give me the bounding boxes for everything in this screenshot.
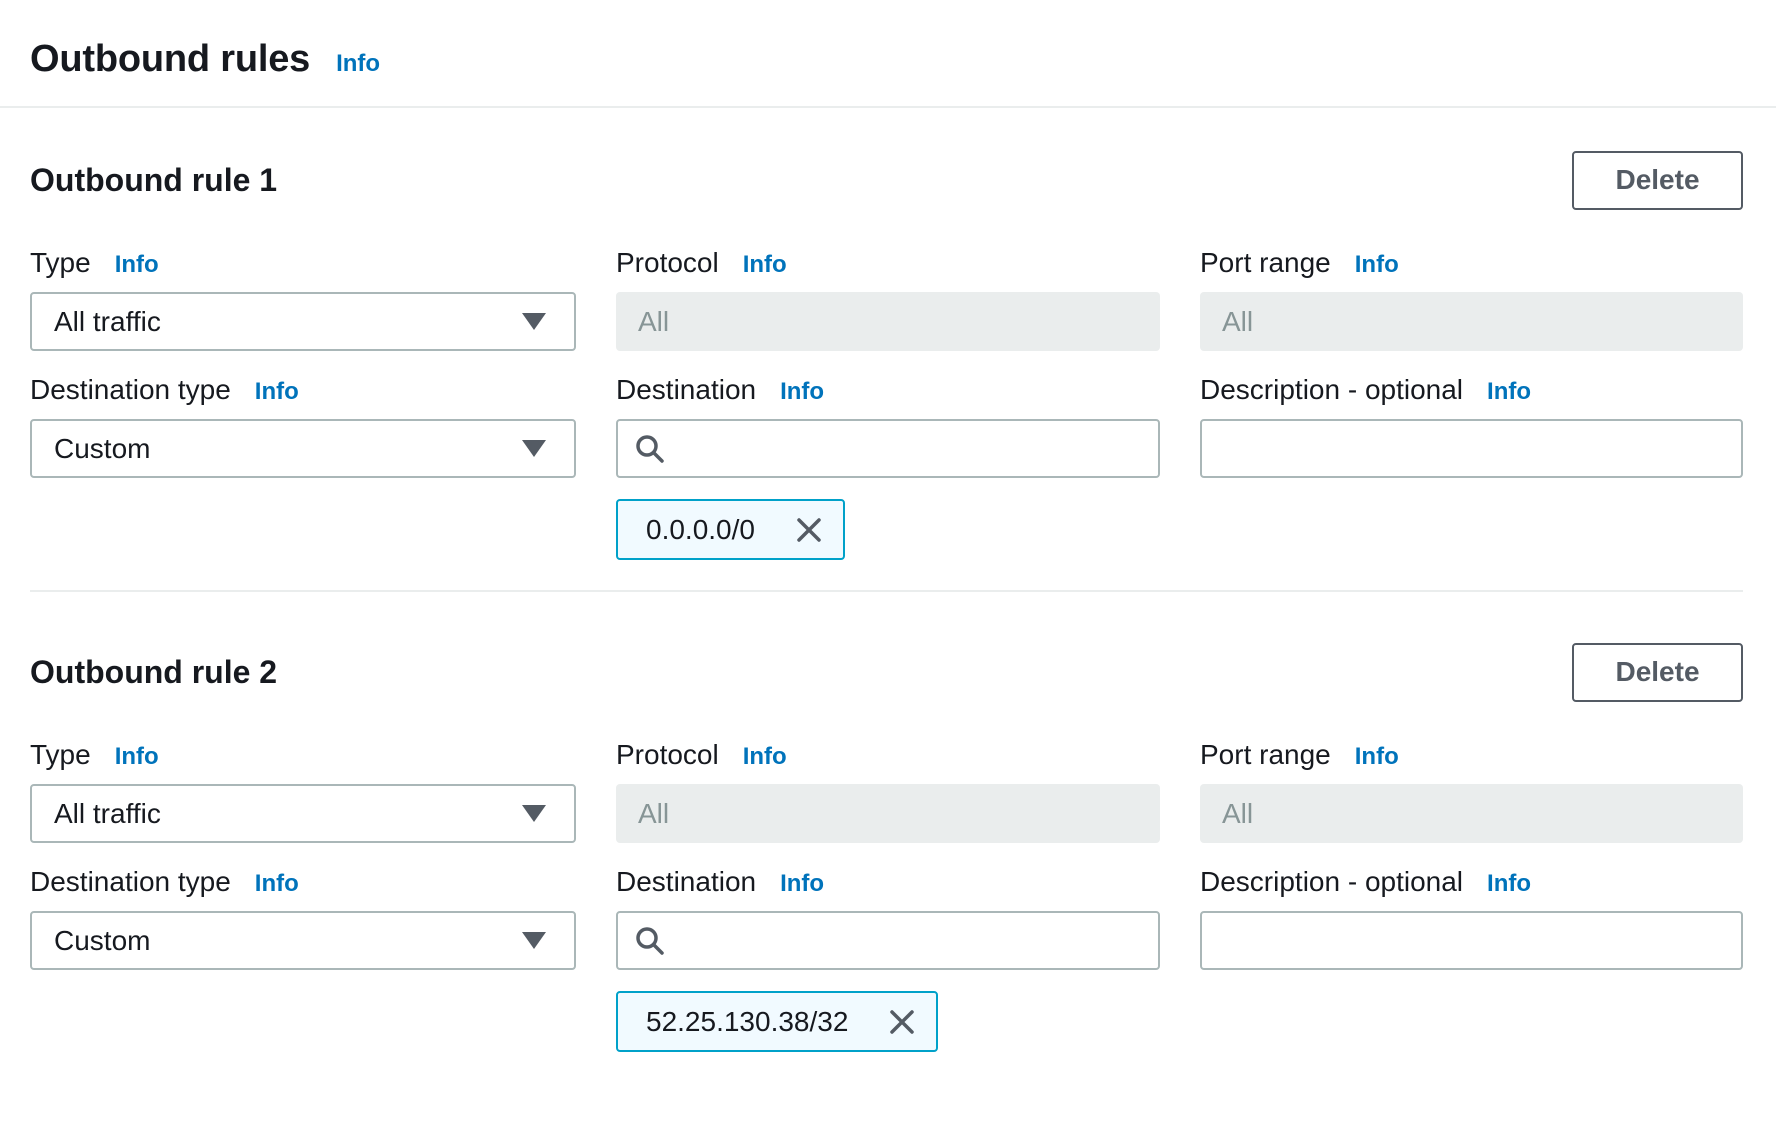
rule-2-destination-type-select[interactable]: Custom xyxy=(30,911,576,970)
caret-down-icon xyxy=(522,805,546,822)
rule-2-port-range-label-group: Port range Info xyxy=(1200,739,1743,771)
rule-1-description-input[interactable] xyxy=(1200,419,1743,478)
port-range-info-link[interactable]: Info xyxy=(1355,251,1399,279)
search-icon xyxy=(634,433,666,465)
outbound-rule-1-section: Outbound rule 1 Delete Type Info Protoco… xyxy=(30,150,1743,560)
type-select-value: All traffic xyxy=(54,798,161,830)
type-label: Type xyxy=(30,739,91,771)
rule-1-destination-type-label-group: Destination type Info xyxy=(30,374,576,406)
rule-1-protocol-input xyxy=(616,292,1160,351)
caret-down-icon xyxy=(522,313,546,330)
rule-1-port-range-label-group: Port range Info xyxy=(1200,247,1743,279)
token-value: 52.25.130.38/32 xyxy=(646,1006,848,1038)
protocol-info-link[interactable]: Info xyxy=(743,251,787,279)
rule-1-type-label-group: Type Info xyxy=(30,247,576,279)
description-label: Description - optional xyxy=(1200,374,1463,406)
rule-1-header: Outbound rule 1 Delete xyxy=(30,150,1743,210)
rule-1-heading: Outbound rule 1 xyxy=(30,162,277,199)
destination-type-info-link[interactable]: Info xyxy=(255,378,299,406)
search-icon xyxy=(634,925,666,957)
rule-2-token-remove-button[interactable] xyxy=(886,1006,918,1038)
protocol-label: Protocol xyxy=(616,739,719,771)
destination-label: Destination xyxy=(616,374,756,406)
type-label: Type xyxy=(30,247,91,279)
caret-down-icon xyxy=(522,932,546,949)
port-range-label: Port range xyxy=(1200,247,1331,279)
token-value: 0.0.0.0/0 xyxy=(646,514,755,546)
rule-2-header: Outbound rule 2 Delete xyxy=(30,642,1743,702)
rule-1-description-label-group: Description - optional Info xyxy=(1200,374,1743,406)
rule-2-destination-label-group: Destination Info xyxy=(616,866,1160,898)
port-range-info-link[interactable]: Info xyxy=(1355,743,1399,771)
description-info-link[interactable]: Info xyxy=(1487,870,1531,898)
protocol-info-link[interactable]: Info xyxy=(743,743,787,771)
destination-info-link[interactable]: Info xyxy=(780,378,824,406)
rules-divider xyxy=(30,590,1743,592)
destination-type-select-value: Custom xyxy=(54,925,150,957)
rule-2-type-select[interactable]: All traffic xyxy=(30,784,576,843)
rule-2-description-input[interactable] xyxy=(1200,911,1743,970)
rule-1-destination-token: 0.0.0.0/0 xyxy=(616,499,845,560)
page-header: Outbound rules Info xyxy=(0,0,1776,108)
outbound-rules-info-link[interactable]: Info xyxy=(336,50,380,78)
rule-2-destination-search-box xyxy=(616,911,1160,970)
rule-2-heading: Outbound rule 2 xyxy=(30,654,277,691)
rule-1-destination-search-input[interactable] xyxy=(680,433,1142,465)
destination-info-link[interactable]: Info xyxy=(780,870,824,898)
rule-2-destination-token: 52.25.130.38/32 xyxy=(616,991,938,1052)
destination-label: Destination xyxy=(616,866,756,898)
type-info-link[interactable]: Info xyxy=(115,743,159,771)
outbound-rule-2-section: Outbound rule 2 Delete Type Info Protoco… xyxy=(30,642,1743,1052)
rule-1-destination-search-box xyxy=(616,419,1160,478)
close-icon xyxy=(795,516,823,544)
rule-2-description-label-group: Description - optional Info xyxy=(1200,866,1743,898)
rule-2-delete-button[interactable]: Delete xyxy=(1572,643,1743,702)
rule-2-protocol-input xyxy=(616,784,1160,843)
destination-type-select-value: Custom xyxy=(54,433,150,465)
rule-2-port-range-input xyxy=(1200,784,1743,843)
destination-type-label: Destination type xyxy=(30,866,231,898)
page-title: Outbound rules xyxy=(30,38,310,81)
rule-2-protocol-label-group: Protocol Info xyxy=(616,739,1160,771)
rule-1-destination-type-select[interactable]: Custom xyxy=(30,419,576,478)
rule-2-type-label-group: Type Info xyxy=(30,739,576,771)
rule-2-destination-search-input[interactable] xyxy=(680,925,1142,957)
description-label: Description - optional xyxy=(1200,866,1463,898)
rule-1-token-remove-button[interactable] xyxy=(793,514,825,546)
description-info-link[interactable]: Info xyxy=(1487,378,1531,406)
caret-down-icon xyxy=(522,440,546,457)
type-select-value: All traffic xyxy=(54,306,161,338)
protocol-label: Protocol xyxy=(616,247,719,279)
rule-1-delete-button[interactable]: Delete xyxy=(1572,151,1743,210)
rule-2-destination-type-label-group: Destination type Info xyxy=(30,866,576,898)
rule-1-type-select[interactable]: All traffic xyxy=(30,292,576,351)
destination-type-label: Destination type xyxy=(30,374,231,406)
close-icon xyxy=(888,1008,916,1036)
outbound-rules-panel: Outbound rule 1 Delete Type Info Protoco… xyxy=(0,150,1776,1052)
rule-1-destination-label-group: Destination Info xyxy=(616,374,1160,406)
type-info-link[interactable]: Info xyxy=(115,251,159,279)
destination-type-info-link[interactable]: Info xyxy=(255,870,299,898)
rule-1-protocol-label-group: Protocol Info xyxy=(616,247,1160,279)
port-range-label: Port range xyxy=(1200,739,1331,771)
rule-1-port-range-input xyxy=(1200,292,1743,351)
